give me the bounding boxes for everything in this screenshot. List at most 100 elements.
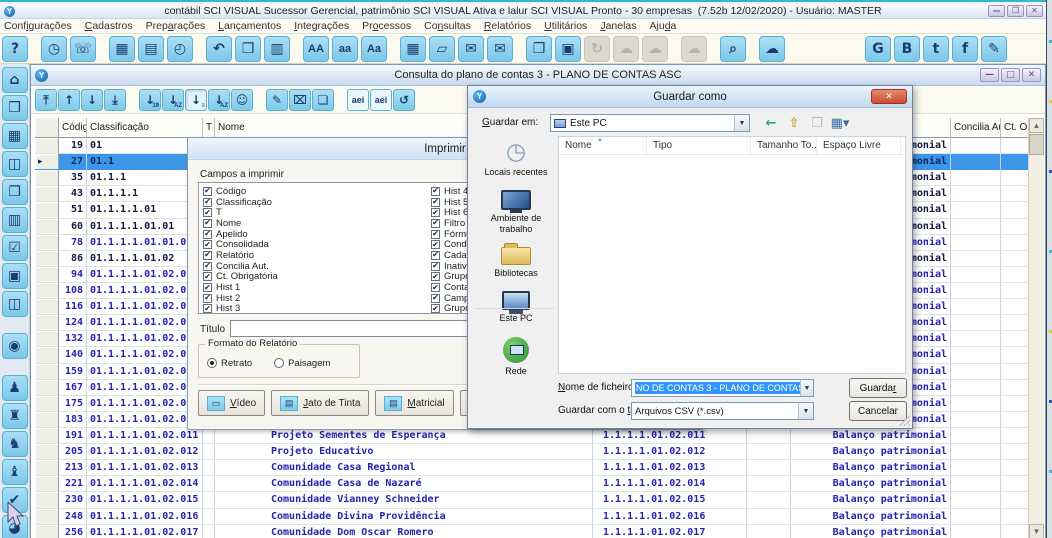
menu-preparacoes[interactable]: Preparações xyxy=(146,20,206,32)
company-grid-icon[interactable]: ◫ xyxy=(2,291,28,317)
file-list[interactable]: Nome▲TipoTamanho To...Espaço Livre xyxy=(558,136,906,374)
menu-cadastros[interactable]: Cadastros xyxy=(85,20,133,32)
delete-icon[interactable]: ⌧ xyxy=(289,89,311,111)
mail-icon[interactable]: ✉ xyxy=(458,36,484,62)
piggy-bank-icon[interactable]: ♟ xyxy=(2,375,28,401)
table-row[interactable]: 24801.1.1.1.01.02.016Comunidade Divina P… xyxy=(35,509,1029,525)
save-close-button[interactable]: ✕ xyxy=(871,89,907,104)
support-agent-icon[interactable]: ☏ xyxy=(70,36,96,62)
presentation-icon[interactable]: ▱ xyxy=(429,36,455,62)
font-large-icon[interactable]: AA xyxy=(303,36,329,62)
column-header-codigo[interactable]: Código xyxy=(59,118,87,138)
document-history-icon[interactable]: ◷ xyxy=(41,36,67,62)
checkbox-checked-icon[interactable] xyxy=(431,219,440,228)
menu-janelas[interactable]: Janelas xyxy=(600,20,636,32)
landscape-radio[interactable] xyxy=(274,358,284,368)
filelist-column-espacolivre[interactable]: Espaço Livre xyxy=(817,137,901,154)
menu-integracoes[interactable]: Integrações xyxy=(294,20,349,32)
company-icon[interactable]: ▣ xyxy=(2,263,28,289)
calculator-icon[interactable]: ▦ xyxy=(109,36,135,62)
accent-aei-alt-icon[interactable]: aei xyxy=(370,89,392,111)
company-check-icon[interactable]: ☑ xyxy=(2,235,28,261)
filetype-select[interactable]: Arquivos CSV (*.csv) ▼ xyxy=(631,402,814,420)
child-close-button[interactable]: ✕ xyxy=(1022,68,1041,82)
table-grid-icon[interactable]: ▦ xyxy=(2,123,28,149)
filename-input[interactable]: NO DE CONTAS 3 - PLANO DE CONTAS ASC ▼ xyxy=(631,379,814,397)
restore-button[interactable]: ❐ xyxy=(1007,5,1024,17)
menu-processos[interactable]: Processos xyxy=(362,20,411,32)
filelist-column-nome[interactable]: Nome▲ xyxy=(559,137,647,154)
font-mixed-icon[interactable]: Aa xyxy=(361,36,387,62)
calendar-clock-icon[interactable]: ◴ xyxy=(167,36,193,62)
menu-lancamentos[interactable]: Lançamentos xyxy=(218,20,281,32)
place-ambiente-de-trabalho[interactable]: Ambiente de trabalho xyxy=(474,190,558,234)
matricial-button[interactable]: ▤Matricial xyxy=(375,390,453,416)
checkbox-checked-icon[interactable] xyxy=(203,262,212,271)
company-copy-icon[interactable]: ❐ xyxy=(2,179,28,205)
cloud-search-icon[interactable]: ☁ xyxy=(759,36,785,62)
save-location-select[interactable]: Este PC ▼ xyxy=(550,114,750,132)
checkbox-checked-icon[interactable] xyxy=(431,208,440,217)
checkbox-checked-icon[interactable] xyxy=(203,251,212,260)
portrait-radio[interactable] xyxy=(207,358,217,368)
table-row[interactable]: 22101.1.1.1.01.02.014Comunidade Casa de … xyxy=(35,476,1029,492)
checkbox-checked-icon[interactable] xyxy=(431,294,440,303)
folders-icon[interactable]: ❒ xyxy=(2,95,28,121)
sort-alpha-icon[interactable]: ↓AZ xyxy=(162,89,184,111)
checkbox-checked-icon[interactable] xyxy=(431,272,440,281)
blog-icon[interactable]: ✎ xyxy=(981,36,1007,62)
move-down-icon[interactable]: ↓ xyxy=(81,89,103,111)
checkbox-checked-icon[interactable] xyxy=(431,283,440,292)
checkbox-checked-icon[interactable] xyxy=(431,251,440,260)
facebook-icon[interactable]: f xyxy=(952,36,978,62)
folder-transfer-icon[interactable]: ❒ xyxy=(526,36,552,62)
child-maximize-button[interactable]: □ xyxy=(1001,68,1020,82)
sort-box-icon[interactable]: ↓AZ xyxy=(208,89,230,111)
new-document-icon[interactable]: ❏ xyxy=(312,89,334,111)
restore-icon[interactable]: ↺ xyxy=(393,89,415,111)
place-rede[interactable]: Rede xyxy=(474,337,558,376)
column-header-sel[interactable] xyxy=(35,118,59,138)
google-plus-icon[interactable]: G xyxy=(865,36,891,62)
chevron-down-icon[interactable]: ▼ xyxy=(734,115,749,131)
checkbox-checked-icon[interactable] xyxy=(431,240,440,249)
piggy-edit-icon[interactable]: ♝ xyxy=(2,459,28,485)
checkbox-checked-icon[interactable] xyxy=(203,187,212,196)
table-row[interactable]: 20501.1.1.1.01.02.012Projeto Educativo1.… xyxy=(35,444,1029,460)
search-icon[interactable]: ⌕ xyxy=(720,36,746,62)
blogger-icon[interactable]: B xyxy=(894,36,920,62)
close-button[interactable]: ✕ xyxy=(1026,5,1043,17)
vertical-scrollbar[interactable]: ▲ ▼ xyxy=(1028,118,1044,538)
checkbox-checked-icon[interactable] xyxy=(431,187,440,196)
checkbox-checked-icon[interactable] xyxy=(203,219,212,228)
up-one-level-icon[interactable]: ⇧ xyxy=(784,114,804,132)
column-header-concilia[interactable]: Concilia Aut. xyxy=(951,118,1001,138)
checkbox-checked-icon[interactable] xyxy=(203,272,212,281)
company-finance-icon[interactable]: ◫ xyxy=(2,151,28,177)
view-menu-icon[interactable]: ▦▾ xyxy=(830,114,850,132)
scroll-up-icon[interactable]: ▲ xyxy=(1029,118,1044,133)
smiley-icon[interactable]: ☺ xyxy=(231,89,253,111)
spreadsheet-icon[interactable]: ▦ xyxy=(400,36,426,62)
monitor-money-icon[interactable]: ▣ xyxy=(555,36,581,62)
checkbox-checked-icon[interactable] xyxy=(431,304,440,313)
accent-aei-icon[interactable]: aei xyxy=(347,89,369,111)
child-minimize-button[interactable]: — xyxy=(980,68,999,82)
sort-list-icon[interactable]: ↓≡ xyxy=(185,89,207,111)
copy-icon[interactable]: ❐ xyxy=(235,36,261,62)
table-row[interactable]: 21301.1.1.1.01.02.013Comunidade Casa Reg… xyxy=(35,460,1029,476)
checkbox-checked-icon[interactable] xyxy=(431,198,440,207)
checkbox-checked-icon[interactable] xyxy=(203,240,212,249)
checkbox-checked-icon[interactable] xyxy=(431,262,440,271)
table-row[interactable]: 23001.1.1.1.01.02.015Comunidade Vianney … xyxy=(35,492,1029,508)
move-up-icon[interactable]: ↑ xyxy=(58,89,80,111)
piggy-table-icon[interactable]: ♜ xyxy=(2,403,28,429)
save-button[interactable]: Guardar xyxy=(849,378,907,398)
checkbox-checked-icon[interactable] xyxy=(203,304,212,313)
back-icon[interactable]: ← xyxy=(761,114,781,132)
move-last-icon[interactable]: ⤓ xyxy=(104,89,126,111)
column-header-t[interactable]: T xyxy=(203,118,215,138)
twitter-icon[interactable]: t xyxy=(923,36,949,62)
company-table-icon[interactable]: ▥ xyxy=(2,207,28,233)
table-row[interactable]: 19101.1.1.1.01.02.011Projeto Sementes de… xyxy=(35,428,1029,444)
